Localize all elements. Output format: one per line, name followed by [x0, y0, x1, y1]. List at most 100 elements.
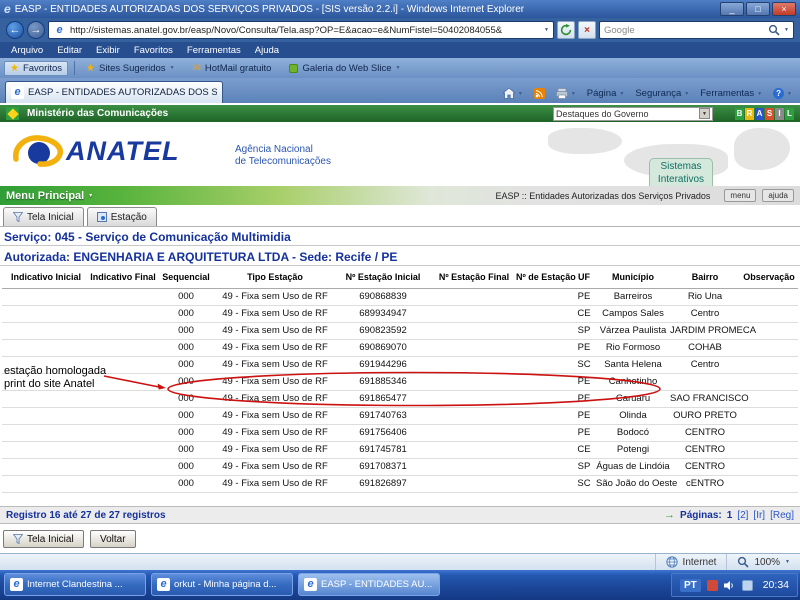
table-cell — [432, 288, 516, 306]
back-button[interactable]: ← — [6, 21, 24, 39]
star-icon — [10, 63, 19, 74]
menubar-item[interactable]: Ferramentas — [180, 45, 248, 56]
voltar-button[interactable]: Voltar — [90, 530, 136, 548]
filter-icon — [13, 534, 23, 544]
volume-icon[interactable] — [723, 580, 736, 591]
clock[interactable]: 20:34 — [763, 579, 789, 591]
tab-tela-inicial[interactable]: Tela Inicial — [3, 207, 84, 226]
menubar-item[interactable]: Ajuda — [248, 45, 286, 56]
page-2-link[interactable]: [2] — [737, 510, 748, 521]
address-dropdown-arrow[interactable]: ▼ — [544, 27, 549, 33]
maximize-button[interactable]: □ — [746, 2, 770, 16]
station-table-body: 000 49 - Fixa sem Uso de RF 690868839 PE Bar… — [2, 288, 798, 493]
favorites-button[interactable]: Favoritos — [4, 60, 69, 76]
table-cell — [516, 407, 572, 425]
pagination: → Páginas: 1 [2] [Ir] [Reg] — [664, 509, 794, 521]
ajuda-button[interactable]: ajuda — [762, 189, 794, 202]
print-icon — [555, 88, 568, 99]
browser-tab[interactable]: e EASP - ENTIDADES AUTORIZADAS DOS SERVI… — [5, 81, 223, 103]
search-box[interactable]: Google ▼ — [599, 21, 794, 39]
destaques-dropdown-value: Destaques do Governo — [556, 108, 649, 119]
taskbar-window-button[interactable]: e EASP - ENTIDADES AU... — [298, 573, 440, 596]
safety-menu-button[interactable]: Segurança ▼ — [635, 88, 689, 99]
brasil-logo-letter: L — [785, 107, 794, 120]
system-tray: PT 20:34 — [670, 573, 798, 597]
home-button[interactable]: ▼ — [502, 88, 523, 99]
menubar-item[interactable]: Arquivo — [4, 45, 50, 56]
table-cell — [90, 475, 156, 493]
table-cell: 691740763 — [334, 407, 432, 425]
minimize-button[interactable]: _ — [720, 2, 744, 16]
table-cell — [432, 475, 516, 493]
menu-principal-label: Menu Principal — [6, 189, 85, 202]
print-button[interactable]: ▼ — [555, 88, 576, 99]
search-icon[interactable] — [768, 24, 780, 36]
refresh-button[interactable] — [557, 21, 575, 39]
table-cell — [432, 305, 516, 323]
table-cell — [90, 407, 156, 425]
table-header-row: Indicativo Inicial Indicativo Final Sequen… — [2, 267, 798, 289]
tab-bar: e EASP - ENTIDADES AUTORIZADAS DOS SERVI… — [0, 78, 800, 103]
status-message-area — [0, 554, 655, 570]
annotation-line1: estação homologada — [4, 365, 107, 377]
table-row: 000 49 - Fixa sem Uso de RF 691745781 CE Pot… — [2, 441, 798, 459]
menubar-item[interactable]: Favoritos — [127, 45, 180, 56]
search-input[interactable]: Google — [604, 25, 764, 36]
address-bar[interactable]: e http://sistemas.anatel.gov.br/easp/Nov… — [48, 21, 554, 39]
address-url[interactable]: http://sistemas.anatel.gov.br/easp/Novo/… — [70, 25, 540, 36]
taskbar-window-button[interactable]: e Internet Clandestina ... — [4, 573, 146, 596]
tray-icon[interactable] — [741, 579, 753, 591]
brasil-logo-letter: B — [735, 107, 744, 120]
menu-principal-button[interactable]: Menu Principal ▼ — [6, 190, 93, 202]
zoom-dropdown-arrow[interactable]: ▼ — [785, 559, 790, 565]
favbar-item[interactable]: HotMail gratuito — [188, 62, 277, 75]
destaques-dropdown[interactable]: Destaques do Governo ▼ — [553, 106, 713, 121]
table-cell: PE — [572, 288, 596, 306]
dropdown-arrow-icon[interactable]: ▼ — [699, 108, 710, 119]
favorites-bar: Favoritos Sites Sugeridos▼ HotMail gratui… — [0, 58, 800, 78]
table-cell: Bodocó — [596, 424, 670, 442]
tela-inicial-button-label: Tela Inicial — [27, 533, 74, 545]
station-icon — [96, 212, 107, 222]
table-cell — [2, 390, 90, 408]
ie-icon: e — [11, 86, 24, 99]
taskbar-window-button[interactable]: e orkut - Minha página d... — [151, 573, 293, 596]
table-cell — [432, 356, 516, 374]
favbar-item[interactable]: Sites Sugeridos▼ — [81, 62, 179, 75]
pages-arrow-icon: → — [664, 509, 676, 521]
table-cell — [432, 373, 516, 391]
page-menu-button[interactable]: Página ▼ — [587, 88, 625, 99]
tab-estacao[interactable]: Estação — [86, 207, 157, 226]
table-row: 000 49 - Fixa sem Uso de RF 691740763 PE Oli… — [2, 407, 798, 425]
feeds-button[interactable] — [533, 88, 545, 99]
help-button[interactable]: ? ▼ — [773, 88, 792, 99]
zoom-control[interactable]: 100% ▼ — [726, 554, 800, 570]
ir-link[interactable]: [Ir] — [753, 510, 765, 521]
star-icon — [86, 63, 95, 74]
forward-button[interactable]: → — [27, 21, 45, 39]
tela-inicial-button[interactable]: Tela Inicial — [3, 530, 84, 548]
table-cell: SP — [572, 458, 596, 476]
table-cell: Centro — [670, 356, 740, 374]
table-cell: SP — [572, 322, 596, 340]
table-cell: CENTRO — [670, 458, 740, 476]
close-button[interactable]: × — [772, 2, 796, 16]
menu-button[interactable]: menu — [724, 189, 757, 202]
menubar-item[interactable]: Exibir — [89, 45, 127, 56]
search-dropdown-arrow[interactable]: ▼ — [784, 27, 789, 33]
language-indicator[interactable]: PT — [679, 578, 701, 592]
breadcrumb: EASP :: Entidades Autorizadas dos Serviç… — [495, 190, 711, 201]
tools-menu-button[interactable]: Ferramentas ▼ — [700, 88, 762, 99]
tray-icon[interactable] — [706, 579, 718, 591]
sistemas-interativos-tab[interactable]: Sistemas Interativos — [649, 158, 713, 186]
stop-button[interactable]: × — [578, 21, 596, 39]
anatel-subtitle: Agência Nacional de Telecomunicações — [235, 144, 331, 168]
table-cell — [740, 339, 798, 357]
brasil-logo-letter: R — [745, 107, 754, 120]
reg-link[interactable]: [Reg] — [770, 510, 794, 521]
table-cell — [516, 441, 572, 459]
column-header: Nº Estação Final — [432, 267, 516, 289]
favbar-item[interactable]: Galeria do Web Slice ▼ — [284, 62, 405, 75]
table-cell: 689934947 — [334, 305, 432, 323]
menubar-item[interactable]: Editar — [50, 45, 89, 56]
